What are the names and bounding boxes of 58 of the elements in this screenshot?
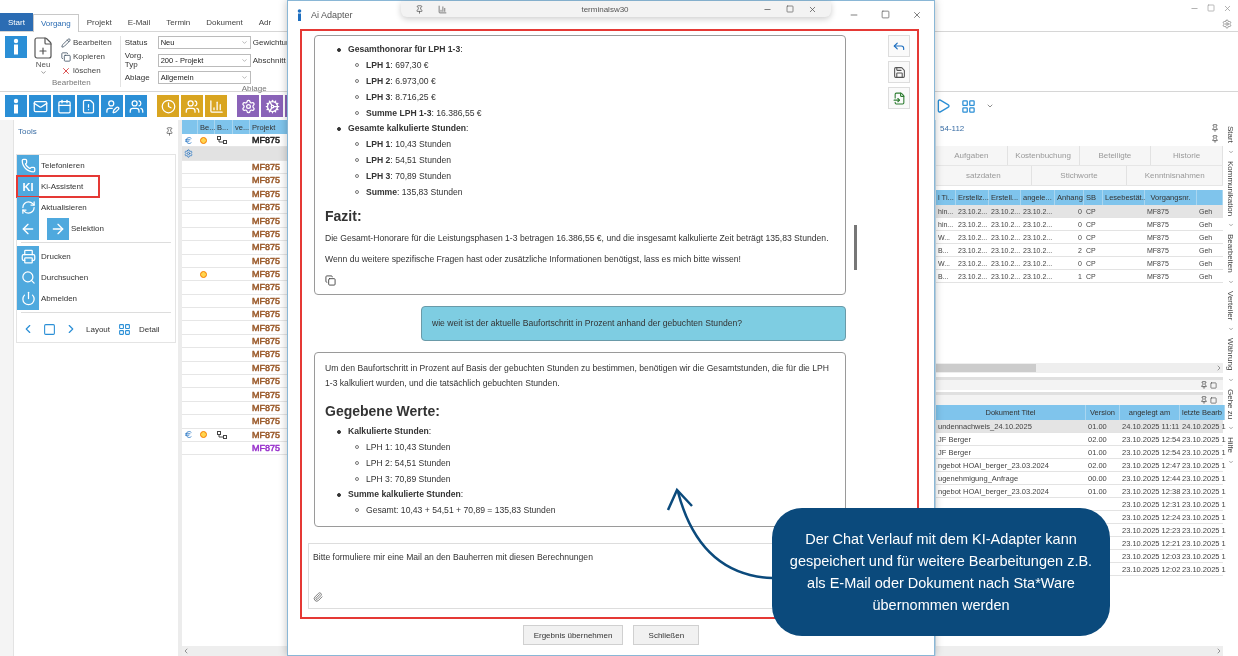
list-item: LPH 3: 8.716,25 € xyxy=(366,91,436,104)
callout-tooltip: Der Chat Verlauf mit dem KI-Adapter kann gespeichert und für weitere Bearbeitungen z.B. als E-Mail oder Dokument nach Sta*Ware übernommen werden xyxy=(772,508,1110,636)
list-item: Summe: 135,83 Stunden xyxy=(366,186,463,199)
table-cell: MF875 xyxy=(252,188,280,199)
list-item: LPH 2: 6.973,00 € xyxy=(366,75,436,88)
table-cell: MF875 xyxy=(252,309,280,320)
list-item: LPH 2: 54,51 Stunden xyxy=(366,154,452,167)
list-item: Gesamte kalkulierte Stunden: xyxy=(348,122,469,135)
section-heading: Fazit: xyxy=(325,207,363,226)
group-label: Ablage xyxy=(241,84,267,93)
list-item: Gesamthonorar für LPH 1-3: xyxy=(348,43,463,56)
field-label: Ablage xyxy=(124,73,151,82)
list-item: Gesamt: 10,43 + 54,51 + 70,89 = 135,83 Stunden xyxy=(366,504,556,517)
message-paragraph: Wenn du weitere spezifische Fragen hast oder zusätzliche Informationen benötigst, lass es mich bitte wissen! xyxy=(325,253,742,266)
list-item: Summe LPH 1-3: 16.386,55 € xyxy=(366,107,482,120)
table-cell: MF875 xyxy=(252,389,280,400)
table-cell: MF875 xyxy=(252,202,280,213)
table-cell: MF875 xyxy=(252,215,280,226)
table-cell: MF875 xyxy=(252,255,280,266)
record-number: 54-112 xyxy=(940,124,965,135)
table-cell: MF875 xyxy=(252,269,280,280)
table-cell: MF875 xyxy=(252,403,280,413)
table-cell: MF875 xyxy=(252,416,280,427)
list-item: LPH 3: 70,89 Stunden xyxy=(366,473,451,486)
table-cell: MF875 xyxy=(252,295,280,306)
message-paragraph: Die Gesamt-Honorare für die Leistungsphasen 1-3 betragen 16.386,55 €, und die insgesamt kalkulierte Zeit beträgt 135,83 Stunden. xyxy=(325,232,830,245)
table-cell: MF875 xyxy=(252,282,280,293)
section-heading: Gegebene Werte: xyxy=(325,402,441,421)
remote-title: terminalsw30 xyxy=(580,4,630,14)
list-item: Kalkulierte Stunden: xyxy=(348,425,432,438)
field-label: Gewichtur xyxy=(251,38,289,47)
list-item: LPH 1: 10,43 Stunden xyxy=(366,441,451,454)
list-item: LPH 1: 10,43 Stunden xyxy=(366,138,452,151)
field-label: Abschnitt xyxy=(251,55,287,65)
table-cell: MF875 xyxy=(252,228,280,239)
list-item: LPH 3: 70,89 Stunden xyxy=(366,170,452,183)
panel-title: Tools xyxy=(18,126,37,136)
table-cell: MF875 xyxy=(252,376,280,387)
table-cell: MF875 xyxy=(252,429,280,440)
group-label: Bearbeiten xyxy=(52,78,91,87)
table-cell: MF875 xyxy=(252,336,280,347)
list-item: Summe kalkulierte Stunden: xyxy=(348,488,464,501)
table-cell: MF875 xyxy=(252,242,280,253)
table-cell: MF875 xyxy=(252,362,280,373)
table-cell: MF875 xyxy=(252,322,280,333)
field-label: Status xyxy=(124,38,149,47)
message-paragraph: Um den Baufortschritt in Prozent auf Basis der gebuchten Stunden zu bestimmen, benötigen wir die Gesamtstunden, die für die LPH 1-3 kalkuliert wurden, und die tatsächlich gebuchten Stunden. xyxy=(325,362,830,390)
table-cell: MF875 xyxy=(252,135,280,146)
table-cell: MF875 xyxy=(252,175,280,186)
user-message: wie weit ist der aktuelle Baufortschritt in Prozent anhand der gebuchten Stunden? xyxy=(421,306,846,341)
ki-icon: KI xyxy=(17,175,39,198)
table-cell: MF875 xyxy=(252,443,280,454)
table-cell: MF875 xyxy=(252,349,280,360)
list-item: LPH 1: 697,30 € xyxy=(366,59,429,72)
table-cell: MF875 xyxy=(252,161,280,172)
list-item: LPH 2: 54,51 Stunden xyxy=(366,457,451,470)
window-title: Ai Adapter xyxy=(311,10,353,20)
field-label: Vorg. Typ xyxy=(124,51,145,69)
